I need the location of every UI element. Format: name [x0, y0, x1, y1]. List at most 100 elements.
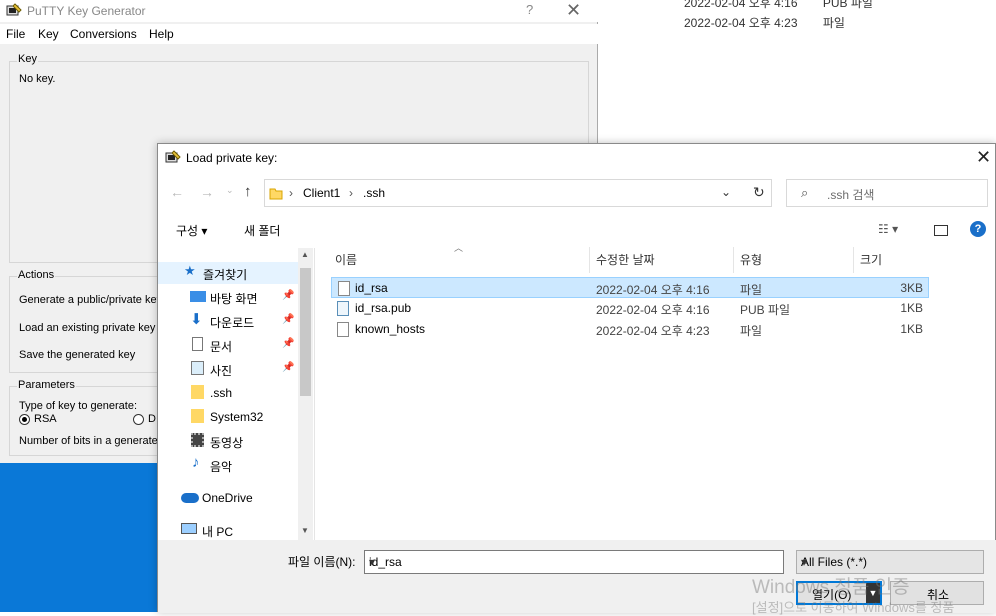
load-action-label: Load an existing private key f [19, 322, 162, 334]
pub-file-icon [337, 301, 349, 316]
cloud-icon [181, 493, 199, 503]
nav-item-label: .ssh [210, 386, 233, 400]
scrollbar-thumb[interactable] [300, 268, 311, 396]
bits-label: Number of bits in a generated [19, 435, 164, 447]
file-row-known-hosts[interactable]: known_hosts 2022-02-04 오후 4:23 파일 1KB [331, 319, 929, 340]
putty-app-icon [165, 150, 181, 163]
file-date: 2022-02-04 오후 4:23 [596, 324, 710, 338]
breadcrumb-ssh[interactable]: .ssh [363, 186, 385, 200]
desktop-icon [190, 291, 206, 302]
nav-item-favorites[interactable]: ★ 즐겨찾기 [158, 262, 298, 284]
help-icon[interactable]: ? [970, 221, 986, 237]
key-group-label: Key [17, 53, 38, 65]
nav-item-this-pc[interactable]: 내 PC [158, 519, 298, 541]
menu-key[interactable]: Key [38, 27, 59, 41]
column-divider[interactable] [853, 247, 854, 273]
new-folder-button[interactable]: 새 폴더 [244, 222, 280, 239]
nav-item-music[interactable]: ♪ 음악 [158, 454, 298, 476]
column-divider[interactable] [589, 247, 590, 273]
address-dropdown-icon[interactable]: ⌄ [721, 185, 731, 199]
chevron-down-icon: ▾ [801, 555, 808, 569]
file-size: 3KB [900, 281, 923, 295]
background-type: PUB 파일 [822, 0, 873, 10]
nav-item-downloads[interactable]: ⬇ 다운로드 📌 [158, 310, 298, 332]
chevron-down-icon[interactable]: ▾ [369, 555, 779, 569]
file-icon [338, 281, 350, 296]
video-icon [191, 433, 204, 447]
sort-up-icon: ︿ [454, 243, 464, 253]
nav-item-desktop[interactable]: 바탕 화면 📌 [158, 286, 298, 308]
nav-item-pictures[interactable]: 사진 📌 [158, 358, 298, 380]
search-input[interactable]: ⌕ .ssh 검색 [786, 179, 988, 207]
pc-icon [181, 523, 197, 534]
menu-help[interactable]: Help [149, 27, 174, 41]
column-header-date[interactable]: 수정한 날짜 [596, 251, 655, 268]
search-icon: ⌕ [801, 185, 809, 200]
nav-item-label: 내 PC [202, 525, 234, 539]
file-type: PUB 파일 [740, 303, 791, 317]
column-header-name[interactable]: 이름 [335, 251, 357, 268]
breadcrumb-separator: › [349, 186, 353, 200]
load-key-dialog: Load private key: ✕ ← → ⌄ ↑ › Client1 › … [157, 143, 996, 613]
file-name: known_hosts [355, 322, 426, 336]
breadcrumb-client1[interactable]: Client1 [303, 186, 340, 200]
pin-icon: 📌 [282, 338, 295, 349]
download-icon: ⬇ [190, 311, 203, 328]
pin-icon: 📌 [282, 362, 295, 373]
nav-item-label: OneDrive [202, 491, 253, 505]
column-divider[interactable] [733, 247, 734, 273]
activation-watermark: Windows 정품 인증 [752, 577, 910, 598]
back-arrow-icon[interactable]: ← [170, 184, 184, 200]
refresh-icon: ↻ [753, 184, 765, 200]
dialog-close-button[interactable]: ✕ [976, 147, 991, 168]
putty-title: PuTTY Key Generator [27, 4, 146, 18]
dialog-title: Load private key: [186, 151, 278, 165]
nav-item-label: 문서 [210, 340, 233, 354]
nav-item-documents[interactable]: 문서 📌 [158, 334, 298, 356]
forward-arrow-icon[interactable]: → [200, 184, 214, 200]
background-type: 파일 [822, 16, 845, 30]
address-bar[interactable]: › Client1 › .ssh ⌄ [264, 179, 772, 207]
file-type-select[interactable]: All Files (*.*) ▾ [796, 550, 984, 574]
organize-button[interactable]: 구성 ▾ [176, 222, 207, 239]
dialog-toolbar: 구성 ▾ 새 폴더 ☷ ▾ ? [158, 214, 996, 246]
file-date: 2022-02-04 오후 4:16 [596, 303, 710, 317]
view-options-icon[interactable]: ☷ ▾ [878, 222, 898, 236]
filename-input[interactable]: id_rsa ▾ [364, 550, 784, 574]
nav-item-ssh[interactable]: .ssh [158, 382, 298, 404]
navigation-scrollbar[interactable]: ▲ ▼ [298, 248, 313, 540]
preview-pane-icon[interactable] [934, 225, 948, 236]
refresh-button[interactable]: ↻ [744, 179, 772, 207]
navigation-pane: ★ 즐겨찾기 바탕 화면 📌 ⬇ 다운로드 📌 문서 📌 사진 📌 .ssh S… [158, 248, 315, 540]
menu-file[interactable]: File [6, 27, 25, 41]
recent-chevron-icon[interactable]: ⌄ [226, 185, 234, 196]
nav-item-system32[interactable]: System32 [158, 406, 298, 428]
putty-titlebar[interactable]: PuTTY Key Generator ? ✕ [0, 0, 598, 22]
scroll-down-icon[interactable]: ▼ [301, 526, 309, 535]
nav-item-onedrive[interactable]: OneDrive [158, 487, 298, 509]
column-header-type[interactable]: 유형 [740, 251, 762, 268]
scroll-up-icon[interactable]: ▲ [301, 250, 309, 259]
help-button[interactable]: ? [526, 2, 533, 17]
nav-item-videos[interactable]: 동영상 [158, 430, 298, 452]
activation-watermark-subtext: [설정]으로 이동하여 Windows를 정품 [752, 600, 955, 615]
dialog-titlebar[interactable]: Load private key: ✕ [158, 144, 996, 174]
file-row-id-rsa[interactable]: id_rsa 2022-02-04 오후 4:16 파일 3KB [331, 277, 929, 298]
dsa-radio-label: D [148, 413, 156, 425]
background-date: 2022-02-04 오후 4:23 [684, 16, 798, 30]
dsa-radio[interactable] [133, 414, 144, 425]
star-icon: ★ [184, 263, 196, 278]
nav-item-label: 사진 [210, 364, 233, 378]
nav-item-label: System32 [210, 410, 264, 424]
up-arrow-icon[interactable]: ↑ [244, 183, 252, 200]
rsa-radio[interactable] [19, 414, 30, 425]
pin-icon: 📌 [282, 314, 295, 325]
file-type: 파일 [740, 283, 763, 297]
menu-conversions[interactable]: Conversions [70, 27, 137, 41]
picture-icon [191, 361, 204, 375]
music-icon: ♪ [192, 454, 200, 471]
column-header-size[interactable]: 크기 [860, 251, 882, 268]
file-row-id-rsa-pub[interactable]: id_rsa.pub 2022-02-04 오후 4:16 PUB 파일 1KB [331, 298, 929, 319]
folder-icon [269, 188, 283, 200]
putty-close-button[interactable]: ✕ [566, 0, 581, 21]
